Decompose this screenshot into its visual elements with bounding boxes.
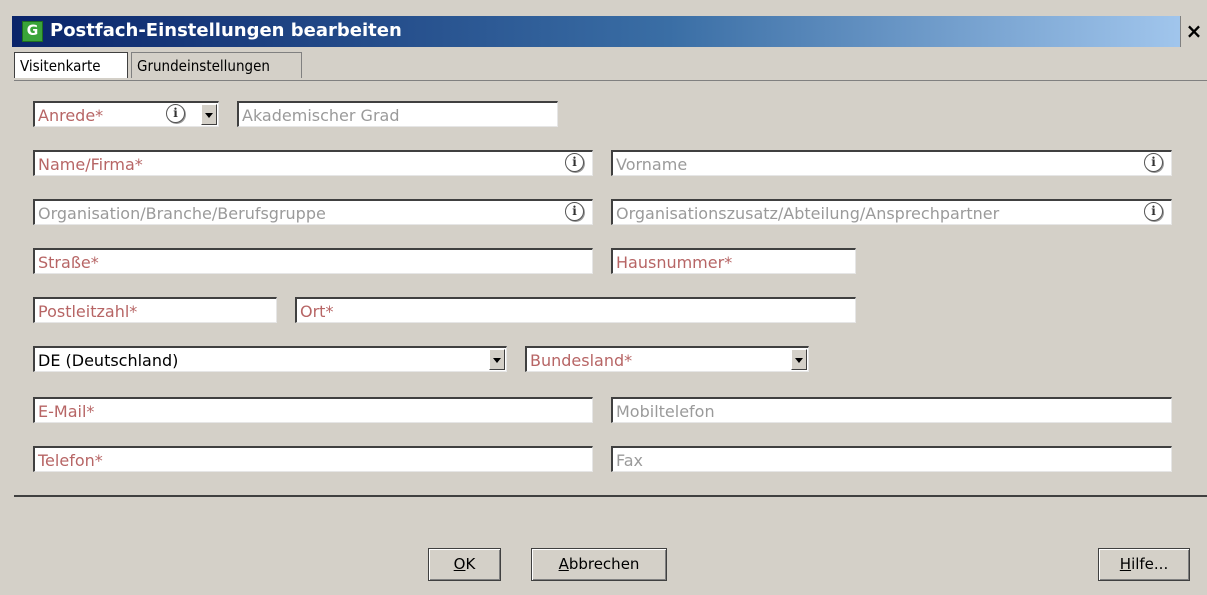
anrede-placeholder: Anrede* — [38, 106, 104, 125]
ok-button[interactable]: OK — [428, 548, 501, 581]
land-value: DE (Deutschland) — [38, 351, 179, 370]
ok-mnemonic: O — [453, 555, 466, 573]
telefon-input[interactable]: Telefon* — [33, 446, 593, 472]
anrede-select[interactable]: Anrede* i — [33, 101, 219, 127]
tab-panel — [14, 80, 1207, 497]
hilfe-label: ilfe... — [1131, 555, 1169, 573]
app-icon: G — [22, 21, 43, 42]
abbrechen-label: bbrechen — [568, 555, 640, 573]
mobiltelefon-input[interactable]: Mobiltelefon — [611, 397, 1172, 423]
postleitzahl-input[interactable]: Postleitzahl* — [33, 297, 277, 323]
ok-label: K — [465, 555, 476, 573]
window-title: Postfach-Einstellungen bearbeiten — [50, 20, 402, 41]
strasse-placeholder: Straße* — [38, 253, 99, 272]
abbrechen-button[interactable]: Abbrechen — [531, 548, 667, 581]
strasse-input[interactable]: Straße* — [33, 248, 593, 274]
akademischer-grad-input[interactable]: Akademischer Grad — [237, 101, 558, 127]
fax-placeholder: Fax — [616, 451, 644, 470]
vorname-placeholder: Vorname — [616, 155, 688, 174]
tab-grundeinstellungen[interactable]: Grundeinstellungen — [131, 52, 302, 78]
info-icon[interactable]: i — [1144, 202, 1163, 221]
organisationszusatz-placeholder: Organisationszusatz/Abteilung/Ansprechpa… — [616, 204, 1000, 223]
ort-placeholder: Ort* — [300, 302, 334, 321]
close-button[interactable]: × — [1180, 16, 1207, 47]
hausnummer-placeholder: Hausnummer* — [616, 253, 733, 272]
mobiltelefon-placeholder: Mobiltelefon — [616, 402, 715, 421]
organisationszusatz-input[interactable]: Organisationszusatz/Abteilung/Ansprechpa… — [611, 199, 1172, 225]
name-firma-input[interactable]: Name/Firma* i — [33, 150, 593, 176]
fax-input[interactable]: Fax — [611, 446, 1172, 472]
postleitzahl-placeholder: Postleitzahl* — [38, 302, 138, 321]
hausnummer-input[interactable]: Hausnummer* — [611, 248, 856, 274]
bundesland-select[interactable]: Bundesland* — [525, 346, 809, 372]
vorname-input[interactable]: Vorname i — [611, 150, 1172, 176]
info-icon[interactable]: i — [166, 104, 185, 123]
info-icon[interactable]: i — [1144, 153, 1163, 172]
tab-visitenkarte[interactable]: Visitenkarte — [14, 52, 128, 78]
hilfe-button[interactable]: Hilfe... — [1098, 548, 1190, 581]
info-icon[interactable]: i — [565, 202, 584, 221]
chevron-down-icon[interactable] — [791, 349, 807, 370]
email-input[interactable]: E-Mail* — [33, 397, 593, 423]
name-firma-placeholder: Name/Firma* — [38, 155, 143, 174]
email-placeholder: E-Mail* — [38, 402, 95, 421]
organisation-input[interactable]: Organisation/Branche/Berufsgruppe i — [33, 199, 593, 225]
chevron-down-icon[interactable] — [201, 104, 217, 125]
chevron-down-icon[interactable] — [489, 349, 505, 370]
organisation-placeholder: Organisation/Branche/Berufsgruppe — [38, 204, 326, 223]
abbrechen-mnemonic: A — [558, 555, 569, 573]
info-icon[interactable]: i — [565, 153, 584, 172]
title-bar: G Postfach-Einstellungen bearbeiten × — [12, 16, 1207, 47]
ort-input[interactable]: Ort* — [295, 297, 856, 323]
hilfe-mnemonic: H — [1119, 555, 1132, 573]
bundesland-placeholder: Bundesland* — [530, 351, 633, 370]
land-select[interactable]: DE (Deutschland) — [33, 346, 507, 372]
telefon-placeholder: Telefon* — [38, 451, 103, 470]
akademischer-grad-placeholder: Akademischer Grad — [242, 106, 400, 125]
